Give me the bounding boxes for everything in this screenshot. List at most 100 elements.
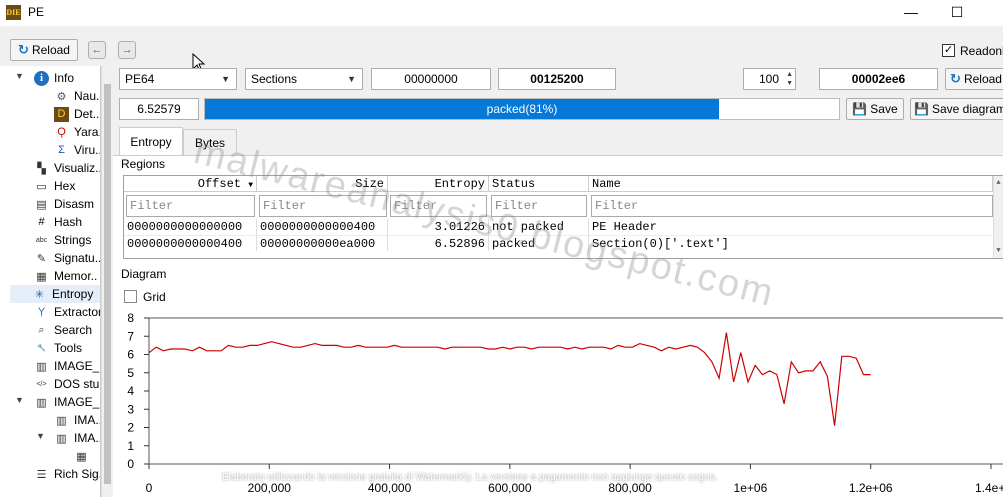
sidebar-item-signatu[interactable]: ✎ Signatu.. bbox=[34, 249, 101, 267]
sidebar-item-hash[interactable]: # Hash bbox=[34, 213, 82, 231]
tab-bytes[interactable]: Bytes bbox=[183, 129, 237, 155]
minimize-button[interactable]: — bbox=[888, 0, 934, 26]
sidebar-scroll-thumb[interactable] bbox=[104, 84, 111, 484]
column-header-size[interactable]: Size bbox=[257, 176, 388, 192]
sidebar-item-label: Signatu.. bbox=[54, 251, 101, 265]
column-header-name[interactable]: Name bbox=[589, 176, 993, 192]
tree-expand-arrow-icon[interactable]: ▼ bbox=[36, 431, 45, 441]
tree-expand-arrow-icon[interactable]: ▼ bbox=[15, 395, 24, 405]
cell-offset: 0000000000000400 bbox=[124, 235, 257, 251]
x-tick-label: 400,000 bbox=[368, 481, 412, 495]
sidebar-item-yara[interactable]: Ǫ Yara.. bbox=[54, 123, 100, 141]
scroll-down-icon[interactable]: ▼ bbox=[994, 244, 1003, 258]
floppy-disk-icon: 💾 bbox=[914, 102, 929, 116]
entropy-reload-label: Reload bbox=[963, 72, 1002, 86]
packed-progress-bar: packed(81%) bbox=[204, 98, 840, 120]
disasm-icon: ▤ bbox=[36, 198, 47, 211]
sidebar-item-label: Rich Sig.. bbox=[54, 467, 101, 481]
offset-field[interactable]: 00000000 bbox=[371, 68, 491, 90]
sidebar-item-rich-sig[interactable]: ☰ Rich Sig.. bbox=[34, 465, 101, 483]
grid-checkbox[interactable] bbox=[124, 290, 137, 303]
sidebar-item-visualiz[interactable]: ▚ Visualiz.. bbox=[34, 159, 101, 177]
spin-arrows-icon[interactable]: ▲ ▼ bbox=[786, 70, 793, 88]
sidebar-item-label: IMA.. bbox=[74, 431, 101, 445]
sidebar-scrollbar[interactable] bbox=[101, 66, 113, 497]
sidebar-item-table[interactable]: ▦ bbox=[74, 447, 94, 465]
cell-name: PE Header bbox=[592, 220, 657, 234]
cell-entropy: 3.01226 bbox=[388, 219, 489, 235]
title-bar: DIE PE — ☐ bbox=[0, 0, 1003, 26]
column-header-entropy[interactable]: Entropy bbox=[388, 176, 489, 192]
sidebar-item-entropy[interactable]: ✳ Entropy bbox=[10, 285, 100, 303]
sidebar-item-hex[interactable]: ▭ Hex bbox=[34, 177, 75, 195]
tools-icon: 🔧 bbox=[37, 345, 46, 352]
image-header-icon: ▥ bbox=[36, 360, 47, 373]
offset-filter-input[interactable]: Filter bbox=[126, 195, 255, 217]
table-scrollbar[interactable]: ▲ ▼ bbox=[993, 176, 1003, 258]
size-field[interactable]: 00125200 bbox=[498, 68, 616, 90]
table-icon: ▦ bbox=[76, 450, 87, 463]
sidebar-item-det[interactable]: D Det.. bbox=[54, 105, 99, 123]
sidebar-item-label: Strings bbox=[54, 233, 92, 247]
tab-entropy[interactable]: Entropy bbox=[119, 127, 183, 155]
reload-label: Reload bbox=[31, 43, 70, 57]
nauz-icon: ⚙ bbox=[56, 90, 67, 103]
back-button[interactable]: ← bbox=[88, 41, 106, 59]
sidebar-item-nau[interactable]: ⚙ Nau.. bbox=[54, 87, 100, 105]
strings-icon: abc bbox=[35, 236, 48, 244]
sidebar-item-disasm[interactable]: ▤ Disasm bbox=[34, 195, 94, 213]
name-filter-input[interactable]: Filter bbox=[591, 195, 993, 217]
column-header-status[interactable]: Status bbox=[489, 176, 589, 192]
rich-signature-icon: ☰ bbox=[36, 468, 47, 481]
size-filter-input[interactable]: Filter bbox=[259, 195, 387, 217]
reload-icon: ↻ bbox=[18, 42, 29, 57]
tree-expand-arrow-icon[interactable]: ▼ bbox=[15, 71, 24, 81]
regions-table: Offset ▼ Size Entropy Status Name Filter… bbox=[123, 175, 1003, 259]
sidebar-item-image[interactable]: ▥ IMAGE_.. bbox=[34, 393, 100, 411]
region-select[interactable]: Sections ▼ bbox=[245, 68, 363, 90]
sidebar-item-dos-stub[interactable]: </> DOS stub bbox=[34, 375, 100, 393]
scroll-up-icon[interactable]: ▲ bbox=[994, 176, 1003, 190]
save-label: Save bbox=[870, 102, 898, 116]
status-filter-input[interactable]: Filter bbox=[491, 195, 587, 217]
block-count-spinbox[interactable]: 100 ▲ ▼ bbox=[743, 68, 796, 90]
readonly-checkbox[interactable]: ✓ bbox=[942, 44, 955, 57]
floppy-disk-icon: 💾 bbox=[852, 102, 868, 116]
reload-button[interactable]: ↻ Reload bbox=[10, 39, 78, 61]
save-diagram-button[interactable]: 💾 Save diagram bbox=[910, 98, 1003, 120]
sidebar-item-info[interactable]: i Info bbox=[34, 69, 74, 87]
maximize-button[interactable]: ☐ bbox=[934, 0, 980, 26]
sidebar-item-ima[interactable]: ▥ IMA.. bbox=[54, 429, 101, 447]
sidebar-item-memor[interactable]: ▦ Memor.. bbox=[34, 267, 97, 285]
sidebar-item-tools[interactable]: 🔧 Tools bbox=[34, 339, 82, 357]
sidebar-item-image[interactable]: ▥ IMAGE_.. bbox=[34, 357, 101, 375]
watermark-footer-note: Elaborato utilizzando la versione gratui… bbox=[222, 472, 718, 483]
x-tick-label: 1.2e+06 bbox=[849, 481, 893, 495]
grid-label: Grid bbox=[143, 290, 166, 304]
sidebar-item-ima[interactable]: ▥ IMA.. bbox=[54, 411, 100, 429]
block-size-field[interactable]: 00002ee6 bbox=[819, 68, 938, 90]
forward-button[interactable]: → bbox=[118, 41, 136, 59]
readonly-label: Readonl bbox=[960, 44, 1003, 58]
save-button[interactable]: 💾 Save bbox=[846, 98, 904, 120]
entropy-reload-button[interactable]: ↻ Reload bbox=[945, 68, 1003, 90]
sidebar-item-search[interactable]: ⌕ Search bbox=[34, 321, 92, 339]
sidebar-item-label: Viru.. bbox=[74, 143, 101, 157]
x-tick-label: 800,000 bbox=[608, 481, 652, 495]
cell-offset: 0000000000000000 bbox=[124, 219, 257, 235]
sidebar-item-label: Entropy bbox=[52, 287, 94, 301]
y-tick-label: 0 bbox=[127, 457, 134, 471]
reload-icon: ↻ bbox=[950, 71, 961, 86]
sidebar-item-label: Extractor bbox=[54, 305, 101, 319]
sidebar-item-label: Visualiz.. bbox=[54, 161, 101, 175]
main-panel: PE64 ▼ Sections ▼ 00000000 00125200 100 … bbox=[113, 66, 1003, 497]
type-select[interactable]: PE64 ▼ bbox=[119, 68, 237, 90]
column-header-offset[interactable]: Offset ▼ bbox=[124, 176, 257, 192]
entropy-filter-input[interactable]: Filter bbox=[390, 195, 487, 217]
chevron-down-icon: ▼ bbox=[347, 74, 356, 84]
sidebar-item-viru[interactable]: Σ Viru.. bbox=[54, 141, 101, 159]
yara-icon: Ǫ bbox=[57, 126, 66, 138]
sidebar-item-label: IMAGE_.. bbox=[54, 359, 101, 373]
sidebar-item-strings[interactable]: abc Strings bbox=[34, 231, 92, 249]
sidebar-item-extractor[interactable]: Ỵ Extractor bbox=[34, 303, 101, 321]
